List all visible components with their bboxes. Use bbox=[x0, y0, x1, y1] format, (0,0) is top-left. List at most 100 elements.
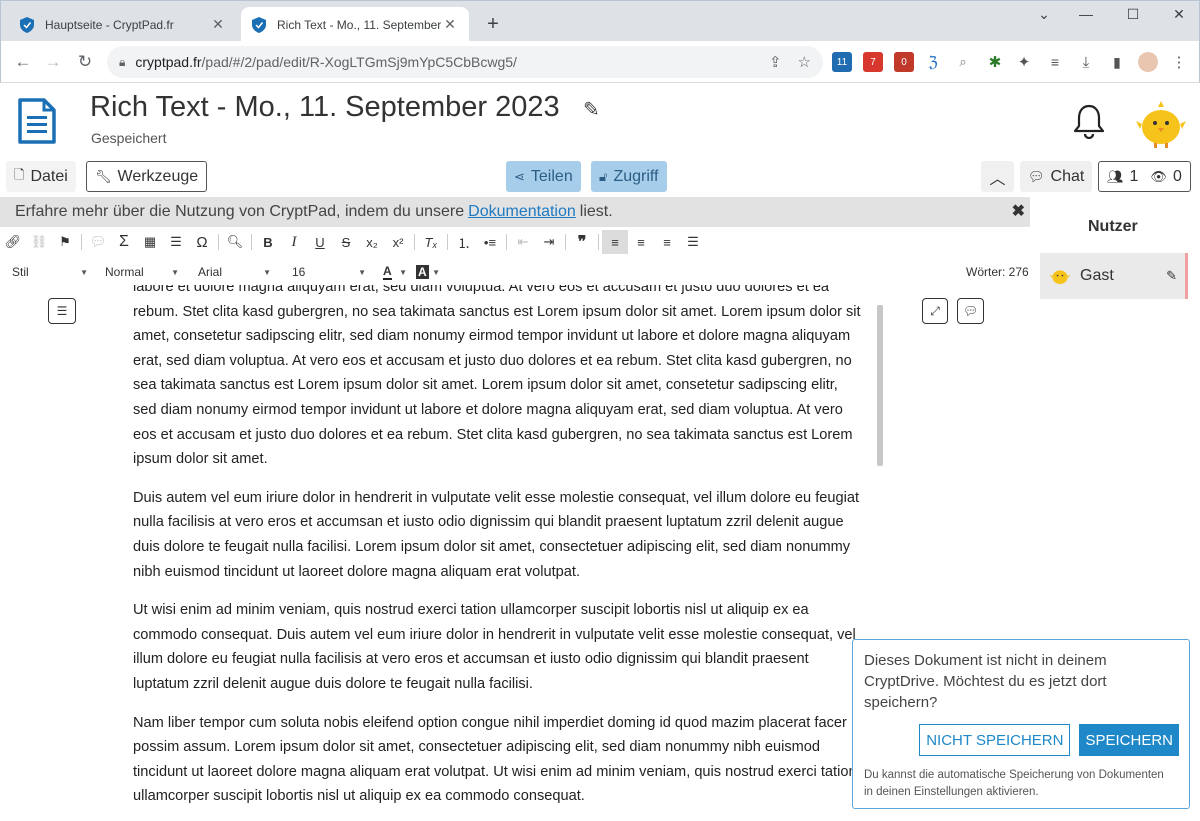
remove-format-icon[interactable]: Tₓ bbox=[418, 230, 444, 254]
close-banner-icon[interactable]: ✖ bbox=[1012, 201, 1025, 221]
reload-icon[interactable]: ↻ bbox=[75, 52, 95, 72]
dont-save-button[interactable]: NICHT SPEICHERN bbox=[919, 724, 1071, 756]
share-button[interactable]: ⋖ Teilen bbox=[506, 161, 581, 192]
download-icon[interactable]: ⤓ bbox=[1076, 52, 1096, 72]
italic-icon[interactable]: I bbox=[281, 230, 307, 254]
special-char-icon[interactable]: Ω bbox=[189, 230, 215, 254]
indent-icon[interactable]: ⇥ bbox=[536, 230, 562, 254]
align-left-icon[interactable]: ≡ bbox=[602, 230, 628, 254]
extension-search-icon[interactable]: ⌕ bbox=[953, 52, 973, 72]
math-sigma-icon[interactable]: Σ bbox=[111, 230, 137, 254]
new-tab-button[interactable]: + bbox=[481, 13, 505, 36]
extension-puzzle-green-icon[interactable]: ✱ bbox=[985, 52, 1005, 72]
expand-icon: ⤢ bbox=[930, 303, 940, 318]
outdent-icon[interactable]: ⇤ bbox=[510, 230, 536, 254]
edit-title-icon[interactable]: ✎ bbox=[583, 97, 600, 122]
share-label: Teilen bbox=[530, 167, 573, 185]
underline-icon[interactable]: U bbox=[307, 230, 333, 254]
popup-note: Du kannst die automatische Speicherung v… bbox=[864, 769, 1164, 798]
align-justify-icon[interactable]: ☰ bbox=[680, 230, 706, 254]
link-icon[interactable]: 🔗︎ bbox=[0, 230, 26, 254]
file-menu-button[interactable]: 🗋︎ Datei bbox=[6, 161, 76, 192]
paragraph: Duis autem vel eum iriure dolor in hendr… bbox=[133, 489, 860, 580]
lock-icon: 🔓︎ bbox=[599, 168, 608, 184]
align-center-icon[interactable]: ≡ bbox=[628, 230, 654, 254]
numbered-list-icon[interactable]: ⒈ bbox=[451, 230, 477, 254]
access-label: Zugriff bbox=[613, 167, 659, 185]
menu-icon[interactable]: ⋮ bbox=[1169, 52, 1189, 72]
collapse-toolbar-button[interactable]: ︿ bbox=[981, 161, 1014, 192]
toolbar-divider bbox=[598, 234, 599, 250]
profile-avatar[interactable] bbox=[1138, 52, 1158, 72]
info-banner: Erfahre mehr über die Nutzung von CryptP… bbox=[0, 197, 1030, 227]
browser-tab-home[interactable]: Hauptseite - CryptPad.fr ✕ bbox=[9, 7, 237, 42]
back-icon[interactable]: ← bbox=[13, 52, 33, 72]
find-replace-icon[interactable]: 🔍︎ bbox=[222, 230, 248, 254]
outline-toggle-button[interactable]: ☰ bbox=[48, 298, 76, 324]
comments-button[interactable]: 💬︎ bbox=[957, 298, 984, 324]
extensions-icon[interactable]: ✦ bbox=[1014, 52, 1034, 72]
extension-3-icon[interactable]: 0 bbox=[894, 52, 914, 72]
close-window-icon[interactable]: ✕ bbox=[1164, 6, 1194, 23]
expand-button[interactable]: ⤢ bbox=[922, 298, 948, 324]
maximize-icon[interactable]: ☐ bbox=[1118, 6, 1148, 23]
userlist-button[interactable]: 👥︎ 1 👁︎ 0 bbox=[1098, 161, 1191, 192]
share-icon: ⋖ bbox=[514, 168, 525, 184]
save-button[interactable]: SPEICHERN bbox=[1079, 724, 1179, 756]
document-body[interactable]: labore et dolore magna aliquyam erat, se… bbox=[133, 285, 863, 821]
page-title[interactable]: Rich Text - Mo., 11. September 2023 bbox=[90, 91, 560, 124]
comment-icon[interactable]: 💬︎ bbox=[85, 230, 111, 254]
font-select[interactable]: Arial ▼ bbox=[198, 263, 271, 281]
font-size-select[interactable]: 16 ▼ bbox=[292, 263, 366, 281]
dropdown-arrow-icon: ▼ bbox=[263, 267, 271, 277]
share-page-icon[interactable]: ⇪ bbox=[769, 53, 782, 71]
forward-icon[interactable]: → bbox=[43, 52, 63, 72]
notification-bell-icon[interactable] bbox=[1072, 103, 1106, 139]
strikethrough-icon[interactable]: S bbox=[333, 230, 359, 254]
extension-4-icon[interactable]: ℨ bbox=[923, 52, 943, 72]
editor-scrollbar[interactable] bbox=[877, 305, 883, 466]
table-icon[interactable]: ▦ bbox=[137, 230, 163, 254]
chat-label: Chat bbox=[1050, 167, 1085, 185]
close-tab-icon[interactable]: ✕ bbox=[441, 16, 459, 33]
save-to-drive-popup: Dieses Dokument ist nicht in deinem Cryp… bbox=[852, 639, 1190, 809]
paragraph: labore et dolore magna aliquyam erat, se… bbox=[133, 285, 861, 468]
anchor-flag-icon[interactable]: ⚑ bbox=[52, 230, 78, 254]
minimize-icon[interactable]: — bbox=[1071, 6, 1101, 22]
documentation-link[interactable]: Dokumentation bbox=[468, 203, 576, 221]
bold-icon[interactable]: B bbox=[255, 230, 281, 254]
access-button[interactable]: 🔓︎ Zugriff bbox=[591, 161, 667, 192]
tools-menu-button[interactable]: 🔧︎ Werkzeuge bbox=[86, 161, 208, 192]
unlink-icon[interactable]: ⛓︎ bbox=[26, 230, 52, 254]
extension-badge: 11 bbox=[836, 56, 848, 68]
bullet-list-icon[interactable]: •≡ bbox=[477, 230, 503, 254]
horizontal-line-icon[interactable]: ☰ bbox=[163, 230, 189, 254]
toolbar-divider bbox=[81, 234, 82, 250]
text-color-button[interactable]: A ▼ bbox=[383, 263, 407, 281]
user-avatar-chick[interactable] bbox=[1136, 99, 1186, 149]
format-select[interactable]: Normal ▼ bbox=[105, 263, 179, 281]
subscript-icon[interactable]: x₂ bbox=[359, 230, 385, 254]
side-panel-icon[interactable]: ▮ bbox=[1107, 52, 1127, 72]
tab-title: Hauptseite - CryptPad.fr bbox=[45, 17, 174, 32]
url-input[interactable]: 🔒︎ cryptpad.fr /pad/#/2/pad/edit/R-XogLT… bbox=[107, 46, 823, 78]
bookmark-star-icon[interactable]: ☆ bbox=[798, 53, 811, 71]
tab-search-icon[interactable]: ⌄ bbox=[1029, 6, 1059, 23]
blockquote-icon[interactable]: ❞ bbox=[569, 230, 595, 254]
style-select[interactable]: Stil ▼ bbox=[12, 263, 88, 281]
eye-icon: 👁︎ bbox=[1150, 168, 1167, 184]
background-color-button[interactable]: A ▼ bbox=[416, 263, 440, 281]
gmail-extension-icon[interactable]: 7 bbox=[863, 52, 883, 72]
chat-button[interactable]: 💬︎ Chat bbox=[1020, 161, 1093, 192]
reading-list-icon[interactable]: ≡ bbox=[1045, 52, 1065, 72]
user-chick-icon bbox=[1050, 270, 1070, 284]
pencil-icon: ✎ bbox=[1166, 268, 1177, 283]
close-tab-icon[interactable]: ✕ bbox=[209, 16, 227, 33]
browser-tab-richtext[interactable]: Rich Text - Mo., 11. September 2023 ✕ bbox=[241, 7, 469, 42]
users-count: 1 bbox=[1129, 167, 1139, 185]
align-right-icon[interactable]: ≡ bbox=[654, 230, 680, 254]
extension-1-icon[interactable]: 11 bbox=[832, 52, 852, 72]
background-color-icon: A bbox=[416, 265, 429, 279]
superscript-icon[interactable]: x² bbox=[385, 230, 411, 254]
user-card[interactable]: Gast ✎ bbox=[1040, 253, 1188, 299]
